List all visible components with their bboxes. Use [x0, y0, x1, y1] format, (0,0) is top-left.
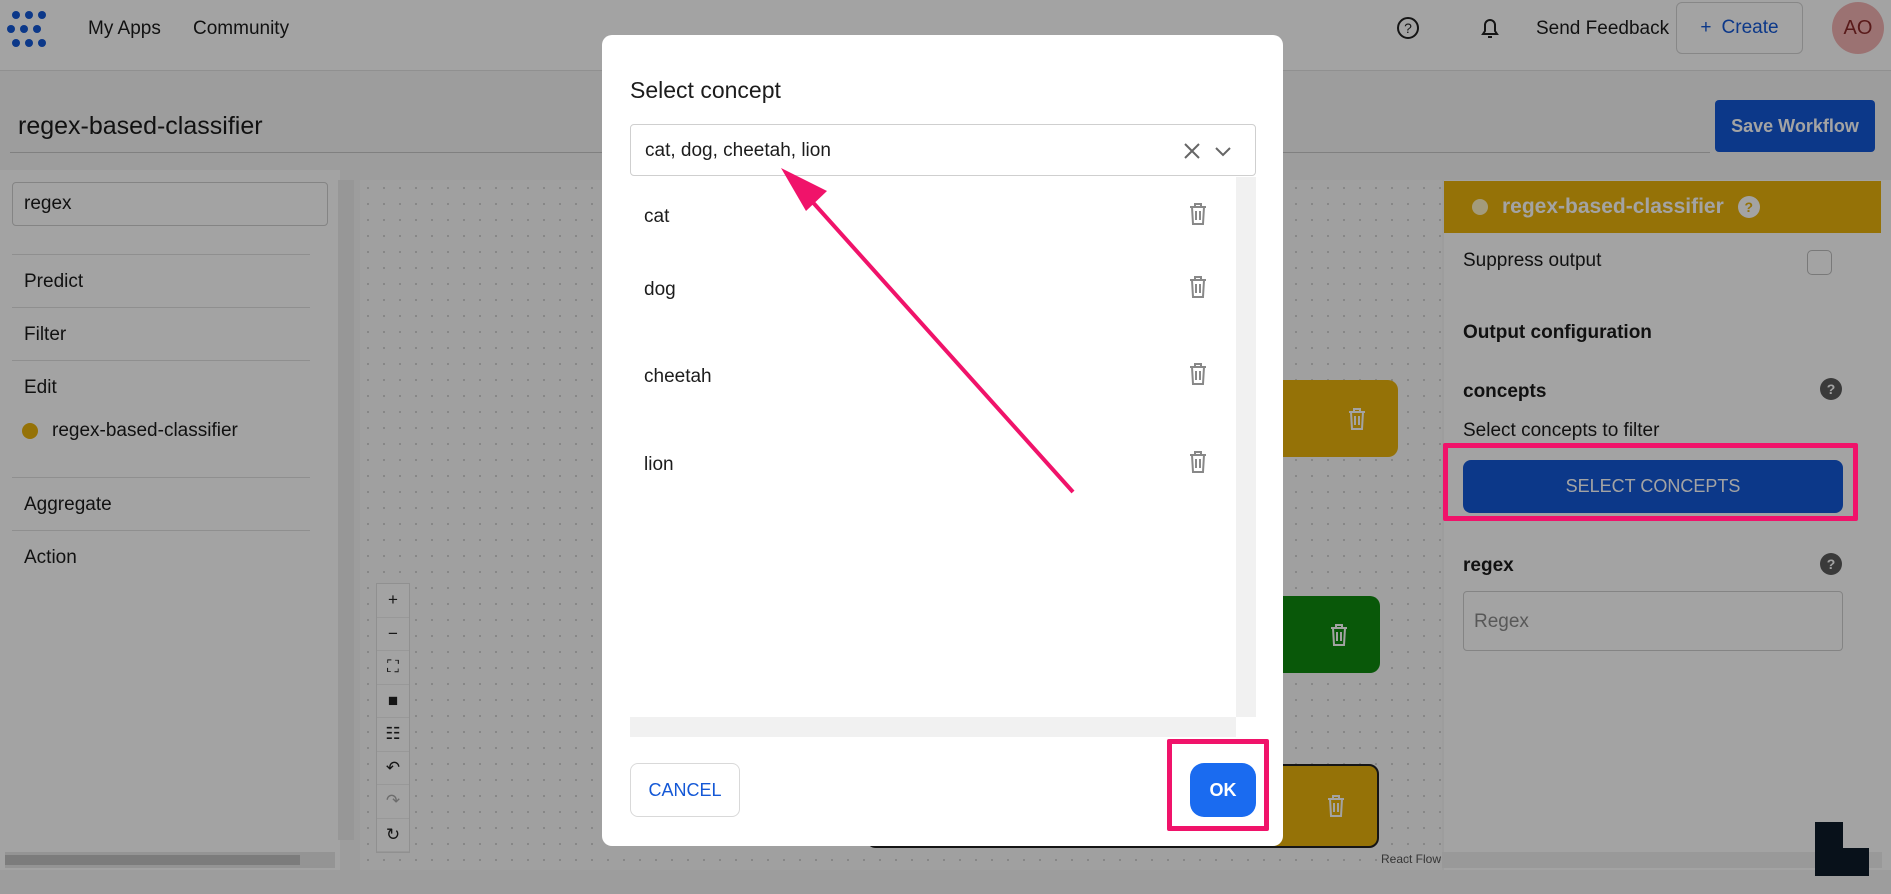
clear-icon[interactable]: [1179, 138, 1205, 164]
concept-name: dog: [644, 279, 676, 300]
multiselect-value: cat, dog, cheetah, lion: [645, 140, 831, 161]
trash-icon[interactable]: [1185, 448, 1211, 476]
list-item[interactable]: lion: [630, 425, 1235, 513]
dialog-title: Select concept: [630, 77, 781, 103]
select-concept-dialog: Select concept cat, dog, cheetah, lion c…: [602, 35, 1283, 846]
trash-icon[interactable]: [1185, 273, 1211, 301]
list-horizontal-scrollbar[interactable]: [630, 717, 1236, 737]
chevron-down-icon[interactable]: [1211, 140, 1235, 162]
concept-name: cheetah: [644, 366, 712, 387]
concept-list: cat dog cheetah lion: [630, 177, 1256, 737]
annotation-highlight-ok: [1167, 739, 1269, 831]
concept-multiselect[interactable]: cat, dog, cheetah, lion: [630, 124, 1256, 176]
list-vertical-scrollbar[interactable]: [1236, 177, 1256, 717]
concept-name: cat: [644, 206, 670, 227]
cancel-button[interactable]: CANCEL: [630, 763, 740, 817]
trash-icon[interactable]: [1185, 200, 1211, 228]
concept-name: lion: [644, 454, 674, 475]
list-item[interactable]: cheetah: [630, 337, 1235, 425]
trash-icon[interactable]: [1185, 360, 1211, 388]
list-item[interactable]: dog: [630, 250, 1235, 338]
annotation-highlight-select-concepts: [1443, 443, 1858, 521]
